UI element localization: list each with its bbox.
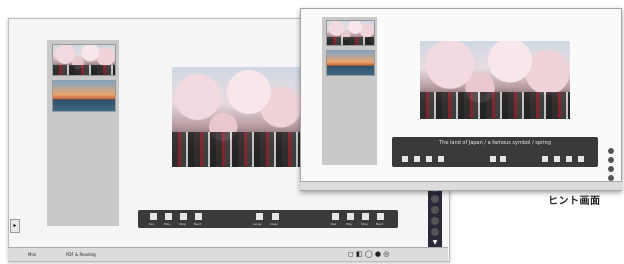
next-icon[interactable]	[438, 156, 444, 162]
rec-icon[interactable]	[402, 156, 408, 162]
stop-icon[interactable]	[426, 156, 432, 162]
stop-label: Stop	[361, 222, 368, 226]
play-icon[interactable]	[347, 213, 354, 220]
hint-caption-text: The land of Japan / a famous symbol / sp…	[439, 140, 551, 146]
pen-icon[interactable]	[500, 156, 506, 162]
thumbnail-cherry-blossoms[interactable]	[52, 44, 116, 76]
taskbar: Mini PDF & Reading ◻ ◧ ◯ ● ◎	[8, 247, 448, 261]
main-photo	[172, 67, 300, 167]
play-label: Play	[346, 222, 353, 226]
next-icon[interactable]	[377, 213, 384, 220]
pen-icon[interactable]	[272, 213, 279, 220]
thumbnail-sunset[interactable]	[326, 50, 375, 76]
thumbnail-cherry-blossoms[interactable]	[326, 20, 375, 46]
next-icon[interactable]	[195, 213, 202, 220]
next-icon[interactable]	[578, 156, 584, 162]
large-icon[interactable]	[256, 213, 263, 220]
play-label: Play	[164, 222, 171, 226]
playback-toolbar: Rec Play Stop Next Large Clear Rec Play …	[138, 210, 398, 228]
next-label: Next	[376, 222, 383, 226]
stop-icon[interactable]	[566, 156, 572, 162]
play-icon[interactable]	[165, 213, 172, 220]
next-label: Next	[194, 222, 201, 226]
control-button[interactable]	[608, 166, 614, 172]
rec-icon[interactable]	[332, 213, 339, 220]
hint-status-bar	[300, 181, 622, 190]
play-icon[interactable]	[554, 156, 560, 162]
left-arrow-button[interactable]: ▸	[10, 219, 20, 233]
clear-label: Clear	[270, 222, 278, 226]
control-button[interactable]	[431, 217, 439, 225]
stop-label: Stop	[179, 222, 186, 226]
tray-icons: ◻ ◧ ◯ ● ◎	[348, 250, 390, 258]
pen-icon[interactable]	[490, 156, 496, 162]
rec-icon[interactable]	[542, 156, 548, 162]
rec-label: Rec	[149, 222, 155, 226]
hint-screen-label: ヒント画面	[548, 196, 601, 207]
control-button[interactable]	[431, 228, 439, 236]
play-icon[interactable]	[414, 156, 420, 162]
stop-icon[interactable]	[362, 213, 369, 220]
control-button[interactable]	[431, 195, 439, 203]
taskbar-mini-label[interactable]: Mini	[28, 252, 36, 257]
control-button[interactable]	[608, 148, 614, 154]
taskbar-app-tab[interactable]: PDF & Reading	[66, 252, 96, 257]
large-label: Large	[253, 222, 262, 226]
down-arrow-icon[interactable]: ▼	[431, 239, 439, 247]
rec-label: Rec	[331, 222, 337, 226]
hint-main-photo	[420, 41, 570, 119]
control-button[interactable]	[608, 157, 614, 163]
control-button[interactable]	[431, 206, 439, 214]
rec-icon[interactable]	[150, 213, 157, 220]
stop-icon[interactable]	[180, 213, 187, 220]
thumbnail-sunset[interactable]	[52, 80, 116, 112]
